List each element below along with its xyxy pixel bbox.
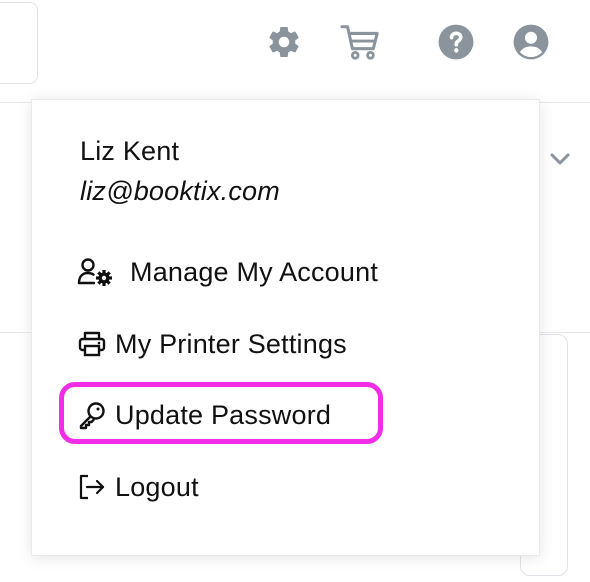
menu-item-printer-settings[interactable]: My Printer Settings	[77, 322, 347, 366]
help-icon[interactable]	[436, 22, 476, 62]
search-input[interactable]	[0, 2, 38, 84]
printer-icon	[77, 329, 115, 359]
page: Liz Kent liz@booktix.com Manage My Accou…	[0, 0, 590, 582]
highlight-outline	[59, 382, 383, 444]
menu-item-manage-account[interactable]: Manage My Account	[77, 250, 378, 294]
top-header	[0, 0, 590, 103]
menu-item-label: My Printer Settings	[115, 328, 347, 359]
user-gear-icon	[77, 257, 130, 287]
user-icon[interactable]	[511, 22, 551, 62]
chevron-down-icon[interactable]	[547, 146, 573, 172]
user-name: Liz Kent	[80, 136, 180, 166]
menu-item-label: Logout	[115, 471, 199, 502]
gear-icon[interactable]	[264, 22, 304, 62]
logout-icon	[77, 472, 115, 502]
user-menu-dropdown: Liz Kent liz@booktix.com Manage My Accou…	[31, 99, 540, 556]
menu-item-label: Manage My Account	[130, 256, 379, 287]
menu-item-logout[interactable]: Logout	[77, 465, 199, 509]
cart-icon[interactable]	[340, 22, 380, 62]
user-email: liz@booktix.com	[80, 176, 280, 206]
